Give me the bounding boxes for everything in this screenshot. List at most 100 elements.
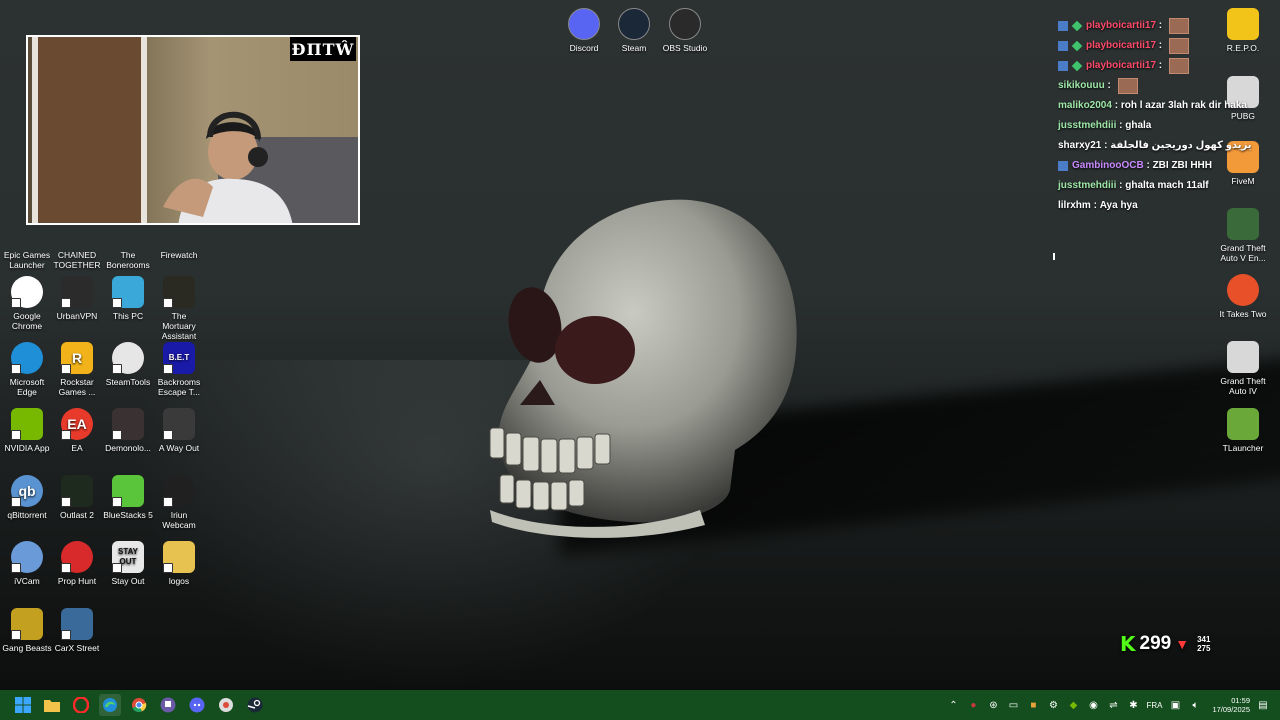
- chrome-alt-icon[interactable]: [215, 694, 237, 716]
- tray-discord-icon[interactable]: ◉: [1086, 698, 1100, 712]
- network-icon[interactable]: ▣: [1168, 698, 1182, 712]
- desktop-icon-label: NVIDIA App: [4, 443, 50, 453]
- chat-emote-icon: [1168, 18, 1189, 34]
- volume-icon[interactable]: 🔈︎: [1188, 698, 1202, 712]
- discord-icon[interactable]: [186, 694, 208, 716]
- desktop-icon-bluestacks[interactable]: BlueStacks 5: [103, 475, 153, 520]
- chat-username[interactable]: playboicartii17: [1086, 36, 1156, 56]
- desktop-icon-nvidia[interactable]: NVIDIA App: [2, 408, 52, 453]
- desktop-icon-outlast2[interactable]: Outlast 2: [52, 475, 102, 520]
- desktop-icon-label: Iriun Webcam: [162, 510, 196, 530]
- chat-username[interactable]: lilrxhm: [1058, 196, 1091, 216]
- file-explorer-icon[interactable]: [41, 694, 63, 716]
- mouse-cursor: [1053, 253, 1055, 260]
- tray-orange-icon[interactable]: ■: [1026, 698, 1040, 712]
- twitch-icon[interactable]: [157, 694, 179, 716]
- system-tray: ⌃ ● ⊛ ▭ ■ ⚙ ◆ ◉ ⇌ ✱ FRA ▣ 🔈︎ 01:59 17/09…: [946, 690, 1270, 720]
- desktop-icon-backrooms[interactable]: B.E.T Backrooms Escape T...: [154, 342, 204, 397]
- tray-steam-icon[interactable]: ⊛: [986, 698, 1000, 712]
- desktop-icon-prophunt[interactable]: Prop Hunt: [52, 541, 102, 586]
- backrooms-icon: B.E.T: [163, 342, 195, 374]
- steam-icon[interactable]: [244, 694, 266, 716]
- chat-username[interactable]: maliko2004: [1058, 96, 1112, 116]
- chat-username[interactable]: sharxy21: [1058, 136, 1101, 156]
- desktop-icon-mortuary[interactable]: The Mortuary Assistant: [154, 276, 204, 341]
- chat-username[interactable]: jusstmehdiii: [1058, 116, 1116, 136]
- chat-message: maliko2004 : roh l azar 3lah rak dir hak…: [1058, 96, 1258, 116]
- desktop-icon-gtaiv[interactable]: Grand Theft Auto IV: [1218, 341, 1268, 396]
- stat-top: 341: [1197, 635, 1211, 644]
- desktop-icon-label: The Mortuary Assistant: [161, 311, 197, 341]
- chat-username[interactable]: jusstmehdiii: [1058, 176, 1116, 196]
- tray-gear-icon[interactable]: ⚙: [1046, 698, 1060, 712]
- desktop-icon-awayout[interactable]: A Way Out: [154, 408, 204, 453]
- edge-icon[interactable]: [99, 694, 121, 716]
- iriun-webcam-icon: [163, 475, 195, 507]
- notification-icon[interactable]: ▤: [1256, 698, 1270, 712]
- chat-separator: :: [1104, 80, 1114, 91]
- desktop-icon-edge[interactable]: Microsoft Edge: [2, 342, 52, 397]
- chat-message: playboicartii17 :: [1058, 36, 1258, 56]
- tray-nvidia-icon[interactable]: ◆: [1066, 698, 1080, 712]
- chat-message: playboicartii17 :: [1058, 16, 1258, 36]
- desktop-icon-rockstar[interactable]: R Rockstar Games ...: [52, 342, 102, 397]
- opera-icon[interactable]: [70, 694, 92, 716]
- desktop-icon-chrome[interactable]: Google Chrome: [2, 276, 52, 331]
- chevron-up-icon[interactable]: ⌃: [946, 698, 960, 712]
- desktop-icon-label: qBittorrent: [7, 510, 47, 520]
- desktop-icon-ea[interactable]: EA EA: [52, 408, 102, 453]
- qbittorrent-icon: qb: [11, 475, 43, 507]
- chat-username[interactable]: GambinooOCB: [1072, 156, 1144, 176]
- desktop-icon-iriun[interactable]: Iriun Webcam: [154, 475, 204, 530]
- tray-app-red-icon[interactable]: ●: [966, 698, 980, 712]
- desktop-icon-logos[interactable]: logos: [154, 541, 204, 586]
- desktop-icon-discord[interactable]: Discord: [559, 8, 609, 53]
- chat-separator: :: [1090, 200, 1100, 211]
- chat-username[interactable]: playboicartii17: [1086, 16, 1156, 36]
- desktop-icon-qbittorrent[interactable]: qb qBittorrent: [2, 475, 52, 520]
- carx-street-icon: [61, 608, 93, 640]
- desktop-icon-thispc[interactable]: This PC: [103, 276, 153, 321]
- windows-start-icon[interactable]: [12, 694, 34, 716]
- desktop-icon-steam[interactable]: Steam: [609, 8, 659, 53]
- chrome-icon[interactable]: [128, 694, 150, 716]
- desktop-icon-obs[interactable]: OBS Studio: [660, 8, 710, 53]
- clock-time: 01:59: [1231, 696, 1250, 705]
- chat-message: playboicartii17 :: [1058, 56, 1258, 76]
- tray-monitor-icon[interactable]: ▭: [1006, 698, 1020, 712]
- tray-bluetooth-icon[interactable]: ✱: [1126, 698, 1140, 712]
- input-language[interactable]: FRA: [1146, 701, 1162, 710]
- chat-message: lilrxhm : Aya hya: [1058, 196, 1258, 216]
- desktop-icon-label: Gang Beasts: [2, 643, 52, 653]
- mortuary-assistant-icon: [163, 276, 195, 308]
- chat-separator: :: [1111, 100, 1121, 111]
- ivcam-icon: [11, 541, 43, 573]
- desktop-icon-label: CarX Street: [54, 643, 100, 653]
- subscriber-badge-icon: [1071, 40, 1083, 52]
- chat-username[interactable]: playboicartii17: [1086, 56, 1156, 76]
- desktop-icon-gangbeasts[interactable]: Gang Beasts: [2, 608, 52, 653]
- verified-badge-icon: [1058, 21, 1068, 31]
- chat-text: roh l azar 3lah rak dir haka: [1120, 100, 1247, 111]
- desktop-icon-carx[interactable]: CarX Street: [52, 608, 102, 653]
- chat-text: Aya hya: [1099, 200, 1138, 211]
- chat-username[interactable]: sikikouuu: [1058, 76, 1105, 96]
- taskbar-clock[interactable]: 01:59 17/09/2025: [1212, 696, 1250, 714]
- desktop-icon-label: Firewatch: [160, 250, 198, 260]
- desktop-icon-label: It Takes Two: [1219, 309, 1267, 319]
- desktop-icon-ivcam[interactable]: iVCam: [2, 541, 52, 586]
- kick-logo-icon: K: [1120, 632, 1136, 656]
- desktop-icon-tlauncher[interactable]: TLauncher: [1218, 408, 1268, 453]
- desktop-icon-label: A Way Out: [158, 443, 200, 453]
- desktop-icon-demonolo[interactable]: Demonolo...: [103, 408, 153, 453]
- chat-message: jusstmehdiii : ghala: [1058, 116, 1258, 136]
- desktop-icon-steamtools[interactable]: SteamTools: [103, 342, 153, 387]
- stream-chat: playboicartii17 : playboicartii17 : play…: [1058, 16, 1258, 216]
- desktop-icon-gtav[interactable]: Grand Theft Auto V En...: [1218, 208, 1268, 263]
- desktop-icon-stayout[interactable]: STAY OUT Stay Out: [103, 541, 153, 586]
- tray-usb-icon[interactable]: ⇌: [1106, 698, 1120, 712]
- desktop-icon-urbanvpn[interactable]: UrbanVPN: [52, 276, 102, 321]
- desktop-icon-ittakestwo[interactable]: It Takes Two: [1218, 274, 1268, 319]
- desktop-icon-label: The Bonerooms: [106, 250, 150, 270]
- viewer-count: 299: [1139, 633, 1172, 654]
